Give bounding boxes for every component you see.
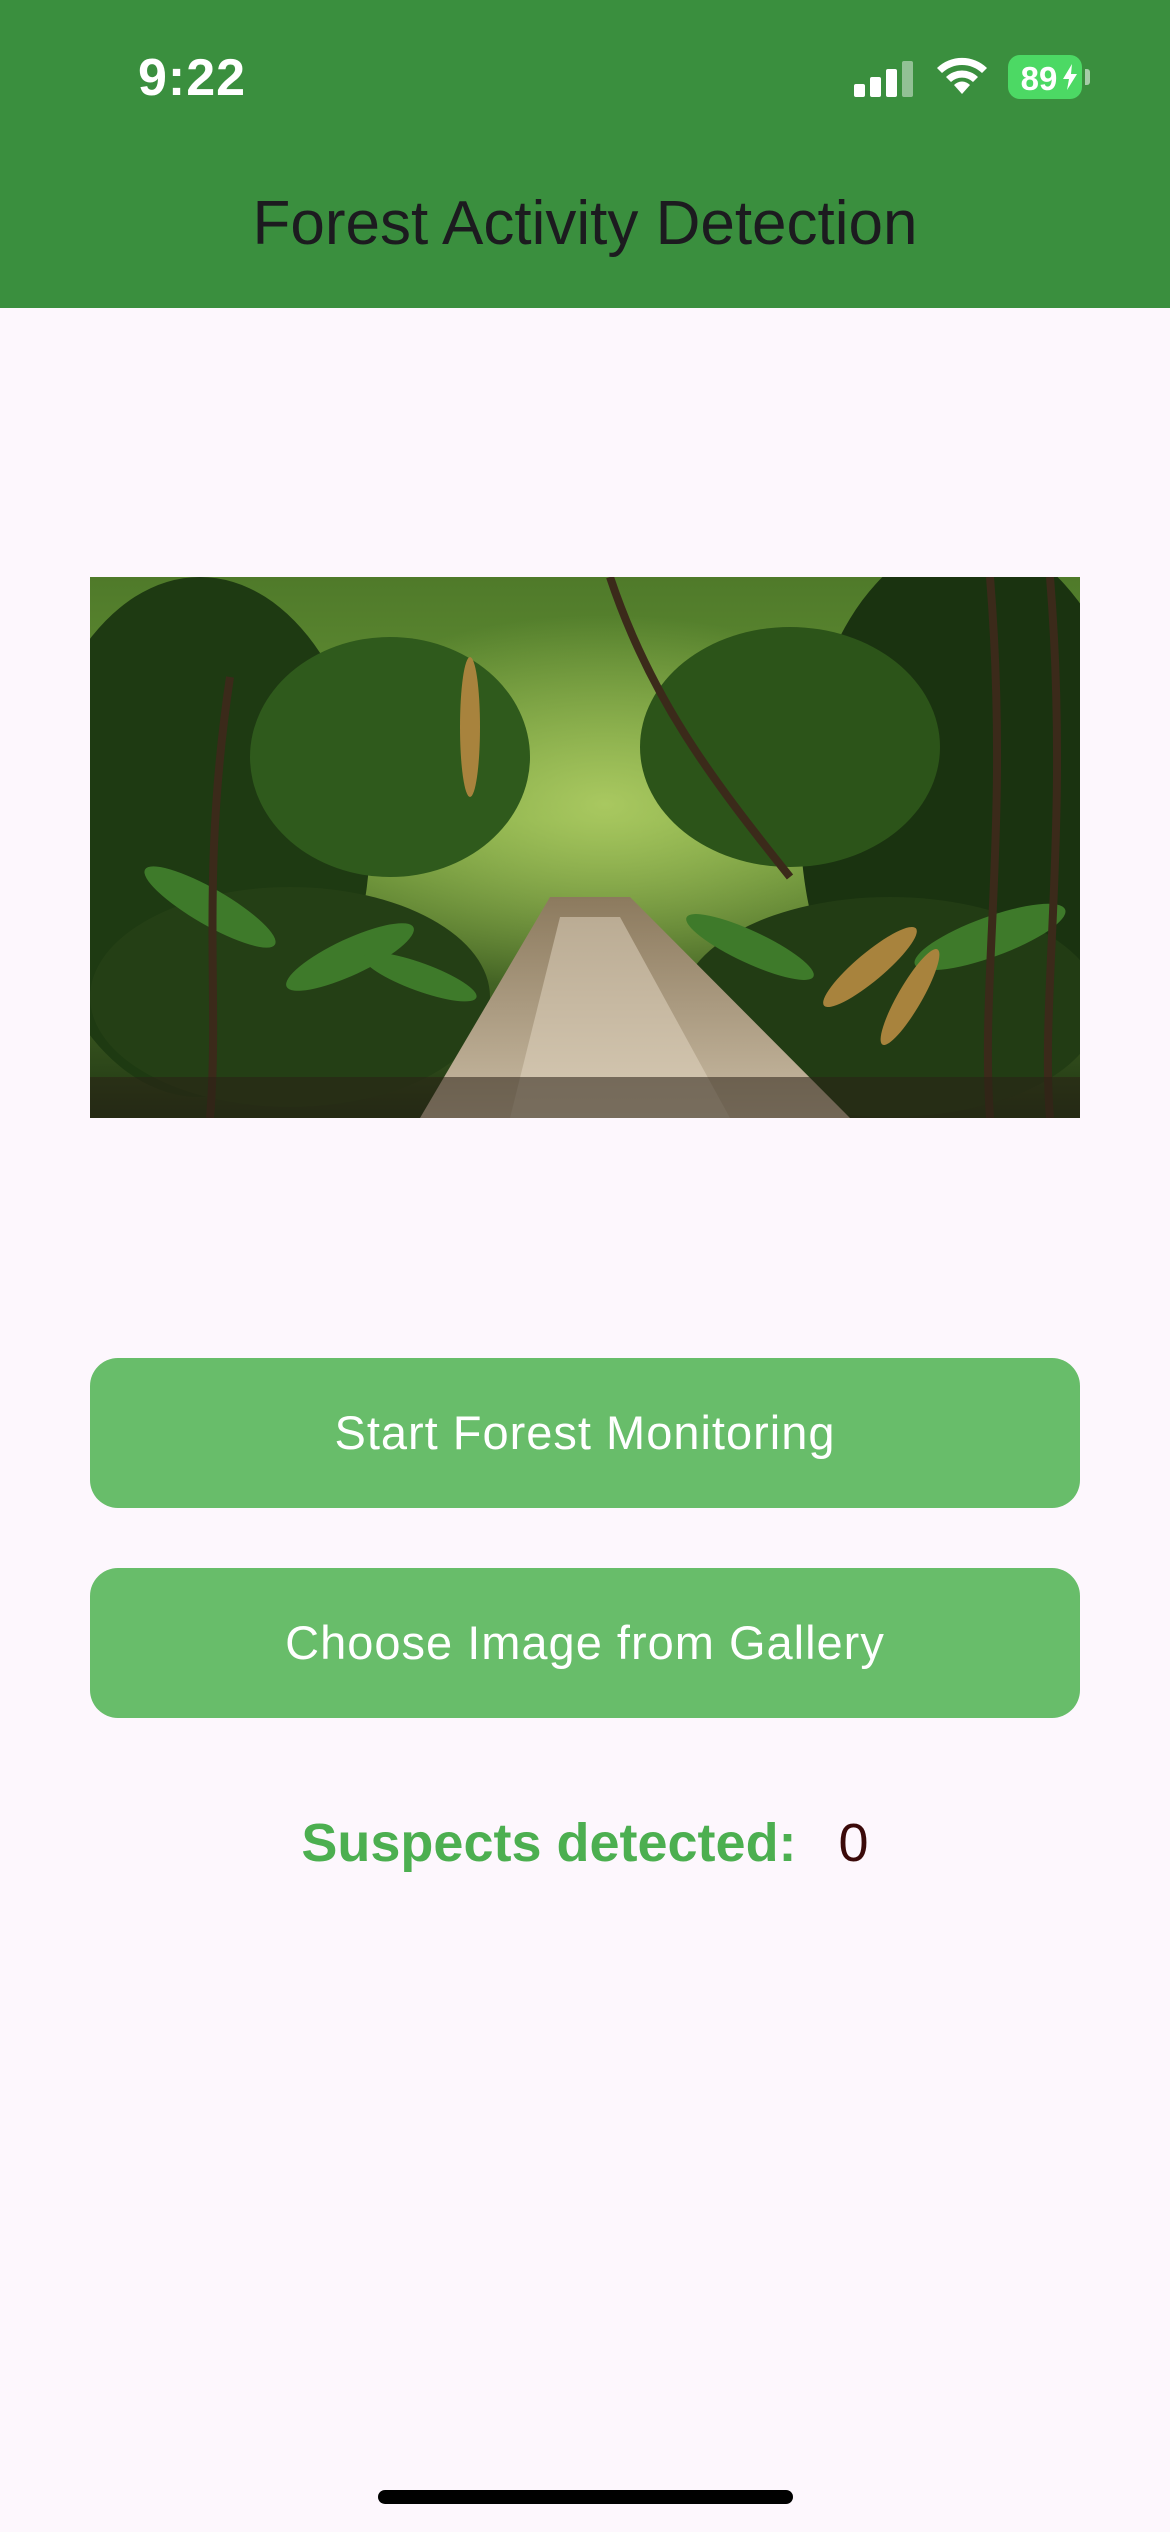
- wifi-icon: [934, 54, 990, 98]
- forest-path-photo: [90, 577, 1080, 1118]
- home-indicator[interactable]: [378, 2490, 793, 2504]
- start-monitoring-button[interactable]: Start Forest Monitoring: [90, 1358, 1080, 1508]
- suspects-label: Suspects detected:: [301, 1813, 797, 1873]
- battery-level: 89: [1020, 60, 1058, 97]
- cellular-signal-icon: [854, 57, 914, 97]
- choose-image-button[interactable]: Choose Image from Gallery: [90, 1568, 1080, 1718]
- status-time: 9:22: [138, 49, 247, 107]
- suspects-row: Suspects detected: 0: [0, 1812, 1170, 1874]
- suspects-count: 0: [838, 1813, 869, 1873]
- page-title: Forest Activity Detection: [252, 189, 918, 258]
- bolt-icon: [1063, 64, 1077, 90]
- battery-charging-icon: 89: [1008, 55, 1090, 99]
- app-bar: 9:22 89 Forest Activity Detection: [0, 0, 1170, 308]
